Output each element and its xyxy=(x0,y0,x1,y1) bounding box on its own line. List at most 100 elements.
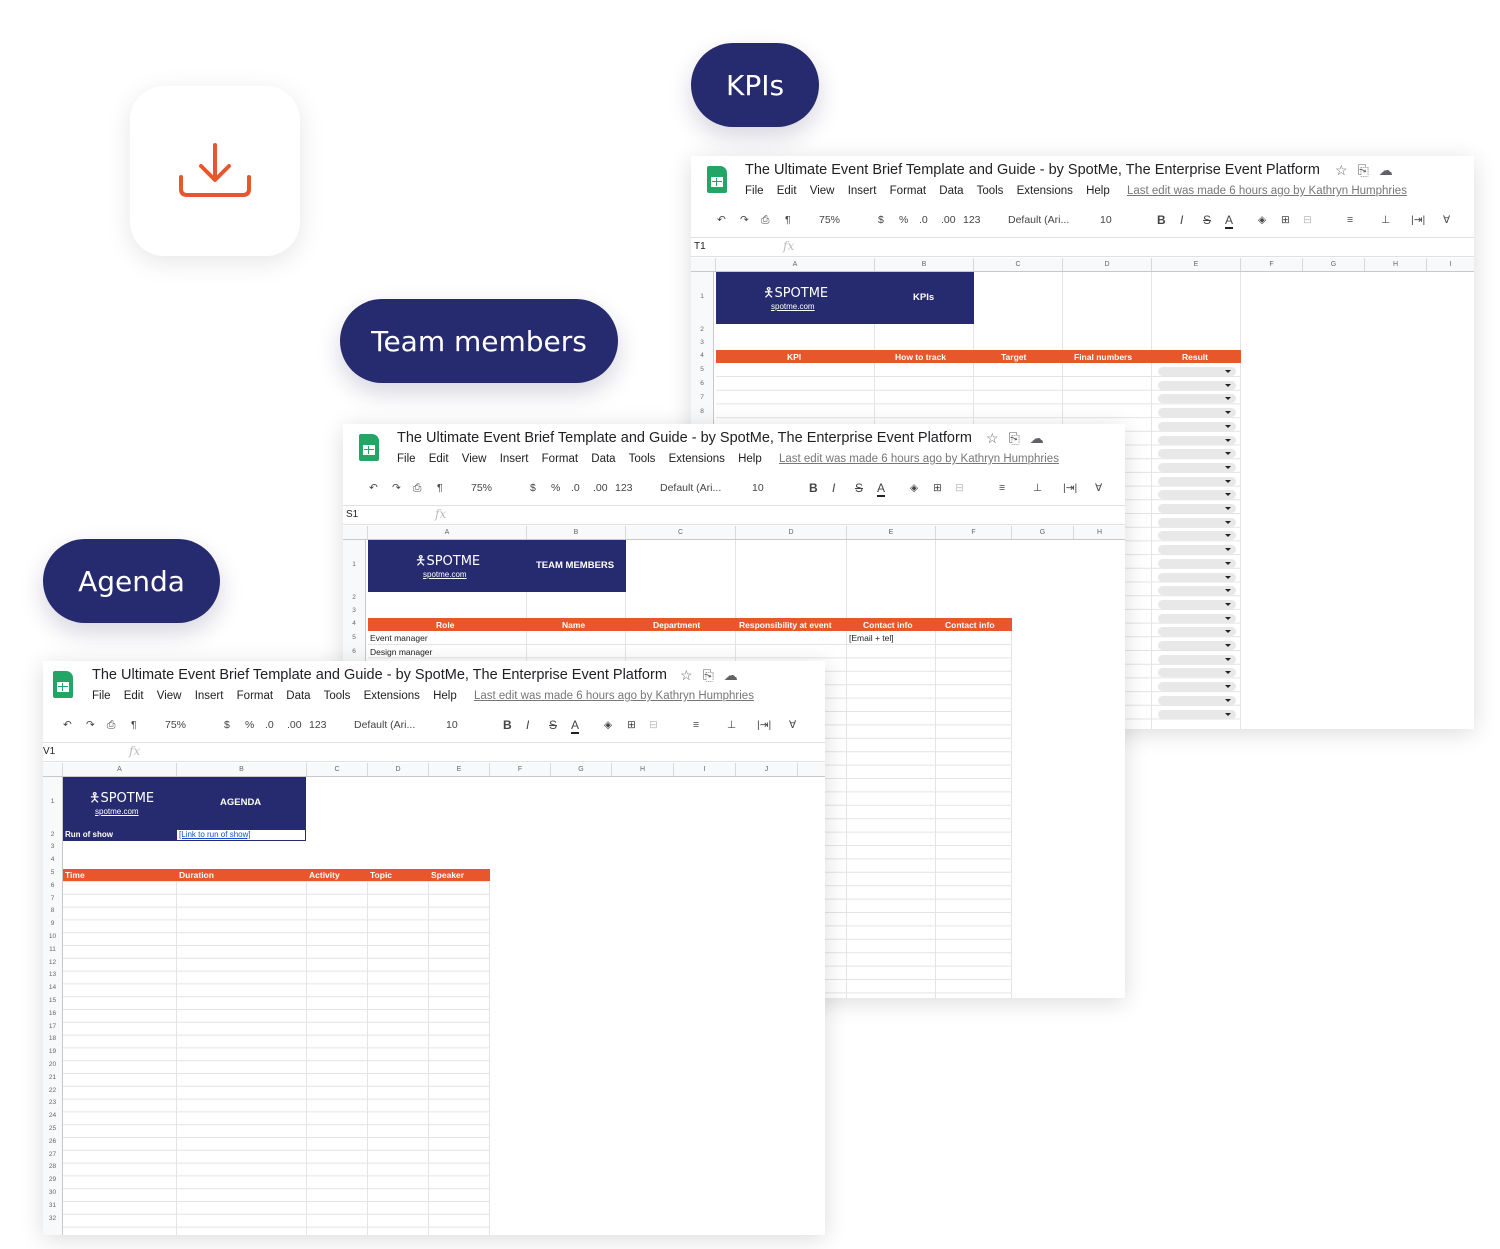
name-box[interactable]: T1 xyxy=(694,241,706,252)
valign-icon[interactable]: ⊥ xyxy=(1033,482,1042,494)
cell-role[interactable]: Event manager xyxy=(370,633,428,643)
italic-button[interactable]: I xyxy=(832,481,835,495)
cloud-icon[interactable]: ☁ xyxy=(1379,162,1393,178)
spotme-link[interactable]: spotme.com xyxy=(95,807,139,816)
row-number[interactable]: 32 xyxy=(43,1215,62,1222)
result-dropdown[interactable] xyxy=(1158,435,1236,445)
row-number[interactable]: 24 xyxy=(43,1112,62,1119)
italic-button[interactable]: I xyxy=(526,718,529,732)
font-size-select[interactable]: 10 xyxy=(1100,214,1112,226)
column-header[interactable]: I xyxy=(674,763,736,776)
cloud-icon[interactable]: ☁ xyxy=(724,667,738,683)
column-header[interactable]: E xyxy=(429,763,490,776)
number-format-select[interactable]: 123 xyxy=(309,719,327,731)
column-header[interactable]: F xyxy=(1241,258,1303,271)
row-number[interactable]: 25 xyxy=(43,1125,62,1132)
row-number[interactable]: 2 xyxy=(43,831,62,838)
undo-icon[interactable]: ↶ xyxy=(717,214,726,226)
result-dropdown[interactable] xyxy=(1158,695,1236,705)
row-number[interactable]: 19 xyxy=(43,1048,62,1055)
column-header[interactable]: H xyxy=(1074,526,1125,539)
row-number[interactable]: 6 xyxy=(691,380,713,387)
align-icon[interactable]: ≡ xyxy=(693,719,699,731)
redo-icon[interactable]: ↷ xyxy=(86,719,95,731)
strikethrough-button[interactable]: S xyxy=(549,718,557,732)
redo-icon[interactable]: ↷ xyxy=(392,482,401,494)
merge-icon[interactable]: ⊟ xyxy=(955,482,964,494)
result-dropdown[interactable] xyxy=(1158,367,1236,376)
result-dropdown[interactable] xyxy=(1158,654,1236,664)
zoom-select[interactable]: 75% xyxy=(471,482,492,494)
star-icon[interactable]: ☆ xyxy=(986,430,999,446)
print-icon[interactable]: ⎙ xyxy=(413,482,421,495)
move-icon[interactable]: ⎘ xyxy=(1009,430,1020,446)
print-icon[interactable]: ⎙ xyxy=(761,214,769,227)
column-header[interactable]: E xyxy=(1152,258,1241,271)
row-number[interactable]: 18 xyxy=(43,1035,62,1042)
currency-button[interactable]: $ xyxy=(224,719,230,731)
rotate-icon[interactable]: ∀ xyxy=(1095,482,1102,494)
row-number[interactable]: 21 xyxy=(43,1074,62,1081)
result-dropdown[interactable] xyxy=(1158,517,1236,527)
increase-decimal-button[interactable]: .00 xyxy=(287,719,302,731)
spotme-link[interactable]: spotme.com xyxy=(771,302,815,311)
menu-help[interactable]: Help xyxy=(433,690,457,702)
wrap-icon[interactable]: |⇥| xyxy=(757,719,771,731)
text-color-button[interactable]: A xyxy=(1225,213,1234,229)
row-number[interactable]: 9 xyxy=(43,920,62,927)
percent-button[interactable]: % xyxy=(551,482,560,494)
column-header[interactable]: B xyxy=(527,526,626,539)
move-icon[interactable]: ⎘ xyxy=(1358,162,1369,178)
result-dropdown[interactable] xyxy=(1158,531,1236,541)
row-number[interactable]: 16 xyxy=(43,1010,62,1017)
menu-view[interactable]: View xyxy=(462,453,487,465)
menu-tools[interactable]: Tools xyxy=(977,185,1004,197)
menu-insert[interactable]: Insert xyxy=(848,185,877,197)
increase-decimal-button[interactable]: .00 xyxy=(593,482,608,494)
bold-button[interactable]: B xyxy=(1157,213,1166,227)
bold-button[interactable]: B xyxy=(503,718,512,732)
zoom-select[interactable]: 75% xyxy=(165,719,186,731)
align-icon[interactable]: ≡ xyxy=(1347,214,1353,226)
menu-file[interactable]: File xyxy=(397,453,416,465)
result-dropdown[interactable] xyxy=(1158,449,1236,459)
last-edit-link[interactable]: Last edit was made 6 hours ago by Kathry… xyxy=(1127,185,1407,197)
row-number[interactable]: 6 xyxy=(43,882,62,889)
menu-extensions[interactable]: Extensions xyxy=(364,690,420,702)
row-number[interactable]: 23 xyxy=(43,1099,62,1106)
menu-insert[interactable]: Insert xyxy=(195,690,224,702)
merge-icon[interactable]: ⊟ xyxy=(1303,214,1312,226)
result-dropdown[interactable] xyxy=(1158,421,1236,431)
result-dropdown[interactable] xyxy=(1158,476,1236,486)
row-number[interactable]: 4 xyxy=(691,352,713,359)
row-number[interactable]: 22 xyxy=(43,1087,62,1094)
menu-data[interactable]: Data xyxy=(591,453,615,465)
column-header[interactable]: D xyxy=(736,526,847,539)
font-size-select[interactable]: 10 xyxy=(446,719,458,731)
result-dropdown[interactable] xyxy=(1158,558,1236,568)
result-dropdown[interactable] xyxy=(1158,504,1236,513)
row-number[interactable]: 1 xyxy=(691,293,713,300)
fill-color-icon[interactable]: ◈ xyxy=(604,719,612,731)
row-number[interactable]: 1 xyxy=(43,798,62,805)
column-header[interactable]: C xyxy=(974,258,1063,271)
text-color-button[interactable]: A xyxy=(877,481,886,497)
download-card[interactable] xyxy=(130,86,300,256)
column-header[interactable]: D xyxy=(368,763,429,776)
decrease-decimal-button[interactable]: .0 xyxy=(265,719,274,731)
result-dropdown[interactable] xyxy=(1158,613,1236,623)
doc-title[interactable]: The Ultimate Event Brief Template and Gu… xyxy=(745,162,1320,178)
row-number[interactable]: 3 xyxy=(691,339,713,346)
result-dropdown[interactable] xyxy=(1158,394,1236,404)
row-number[interactable]: 30 xyxy=(43,1189,62,1196)
result-dropdown[interactable] xyxy=(1158,462,1236,472)
row-number[interactable]: 10 xyxy=(43,933,62,940)
rotate-icon[interactable]: ∀ xyxy=(1443,214,1450,226)
menu-edit[interactable]: Edit xyxy=(429,453,449,465)
row-number[interactable]: 7 xyxy=(43,895,62,902)
run-of-show-link[interactable]: [Link to run of show] xyxy=(176,829,306,841)
strikethrough-button[interactable]: S xyxy=(1203,213,1211,227)
result-dropdown[interactable] xyxy=(1158,490,1236,500)
currency-button[interactable]: $ xyxy=(530,482,536,494)
row-number[interactable]: 15 xyxy=(43,997,62,1004)
